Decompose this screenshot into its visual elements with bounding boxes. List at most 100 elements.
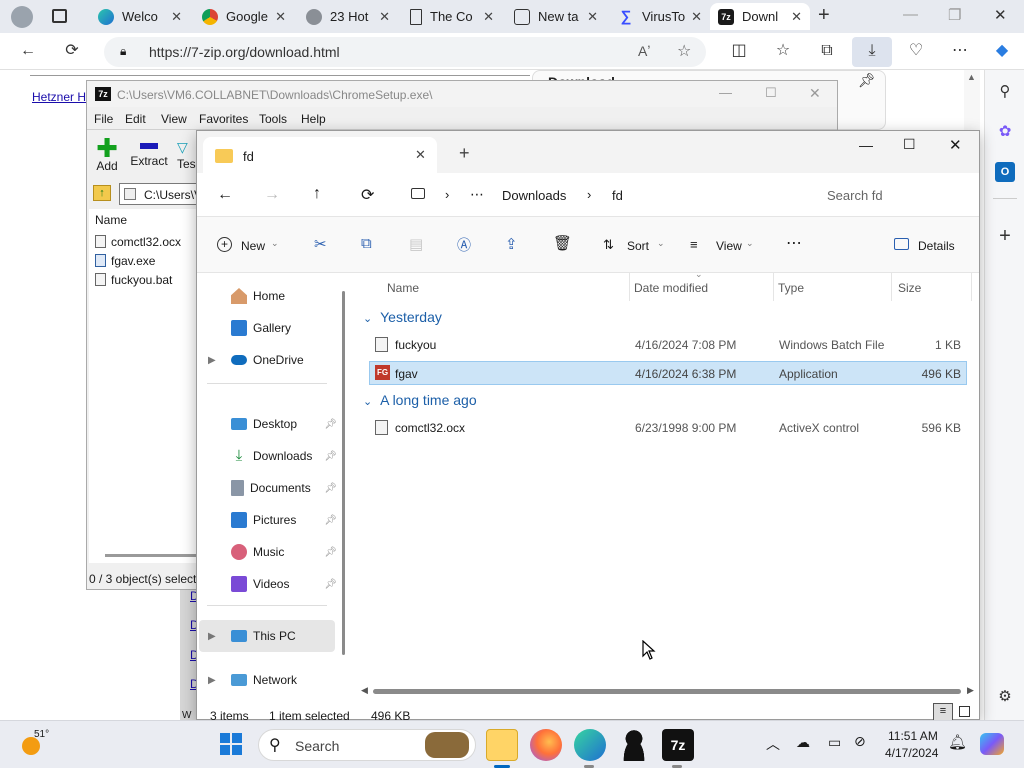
user-app[interactable] (618, 729, 650, 761)
delete-icon[interactable]: 🗑︎ (553, 234, 572, 252)
nav-item-music[interactable]: Music 📌︎ (197, 539, 347, 565)
pin-icon[interactable]: 📌︎ (324, 579, 337, 590)
7zip-app[interactable]: 7z (662, 729, 694, 761)
more-menu-icon[interactable]: ⋯ (950, 41, 970, 61)
tab-actions-icon[interactable] (52, 9, 67, 23)
horizontal-scrollbar[interactable] (105, 554, 197, 557)
nav-item-network[interactable]: ▶ Network (197, 667, 347, 693)
nav-item-pictures[interactable]: Pictures 📌︎ (197, 507, 347, 533)
column-header-size[interactable]: Size (898, 281, 921, 295)
tab-23hot[interactable]: 23 Hot ✕ (298, 3, 398, 30)
menu-edit[interactable]: Edit (125, 112, 146, 126)
nav-item-documents[interactable]: Documents 📌︎ (197, 475, 347, 501)
minimize-icon[interactable]: — (903, 6, 918, 23)
search-icon[interactable]: ⚲ (995, 82, 1015, 102)
table-row[interactable]: fuckyou 4/16/2024 7:08 PM Windows Batch … (369, 333, 967, 357)
pin-icon[interactable]: 📌︎ (324, 451, 337, 462)
file-explorer-app[interactable] (486, 729, 518, 761)
network-tray-icon[interactable]: ⊘ (854, 733, 866, 750)
forward-arrow-icon[interactable]: → (264, 186, 280, 204)
path-field[interactable]: C:\Users\V (119, 183, 199, 205)
breadcrumb-fd[interactable]: fd (612, 188, 623, 203)
nav-item-videos[interactable]: Videos 📌︎ (197, 571, 347, 597)
sort-button[interactable]: ⇅ Sort ⌄ (603, 237, 665, 257)
tab-virustotal[interactable]: ∑ VirusTo ✕ (610, 3, 710, 30)
maximize-icon[interactable]: ☐ (903, 136, 916, 153)
new-tab-icon[interactable]: + (459, 143, 470, 164)
add-icon[interactable]: + (995, 226, 1015, 246)
edge-app[interactable] (574, 729, 606, 761)
copilot-taskbar-icon[interactable] (980, 733, 1004, 755)
paste-icon[interactable]: ▤ (409, 235, 423, 253)
pin-icon[interactable]: 📌︎ (858, 72, 876, 89)
table-row[interactable]: comctl32.ocx 6/23/1998 9:00 PM ActiveX c… (369, 416, 967, 440)
nav-scrollbar[interactable] (342, 291, 345, 655)
close-icon[interactable]: ✕ (379, 9, 390, 25)
hetzner-link[interactable]: Hetzner H (32, 90, 86, 104)
details-view-icon[interactable]: ≡ (933, 703, 953, 721)
copy-icon[interactable]: ⧉ (361, 235, 372, 252)
tab-new-tab[interactable]: New ta ✕ (506, 3, 606, 30)
nav-item-desktop[interactable]: Desktop 📌︎ (197, 411, 347, 437)
download-icon[interactable]: ⤓ (862, 41, 882, 61)
close-window-icon[interactable]: ✕ (949, 136, 962, 154)
menu-favorites[interactable]: Favorites (199, 112, 248, 126)
tiles-view-icon[interactable] (959, 706, 970, 717)
column-header-name[interactable]: Name (95, 213, 127, 227)
nav-item-downloads[interactable]: ⤓ Downloads 📌︎ (197, 443, 347, 469)
maximize-icon[interactable]: ☐ (765, 85, 777, 101)
extract-button[interactable]: Extract (129, 137, 169, 168)
refresh-icon[interactable]: ⟳ (361, 185, 374, 205)
lock-icon[interactable]: 🔒︎ (120, 44, 126, 59)
column-header-date[interactable]: Date modified (634, 281, 708, 295)
minimize-icon[interactable]: — (719, 85, 732, 100)
close-icon[interactable]: ✕ (483, 9, 494, 25)
explorer-tab[interactable]: fd ✕ (203, 137, 437, 173)
restore-icon[interactable]: ❐ (948, 6, 961, 24)
nav-item-home[interactable]: Home (197, 283, 347, 309)
close-icon[interactable]: ✕ (809, 85, 821, 102)
overflow-dots-icon[interactable]: ⋯ (470, 186, 484, 203)
tab-google[interactable]: Google ✕ (194, 3, 294, 30)
notification-bell-icon[interactable]: 🔔︎ (948, 733, 967, 751)
pin-icon[interactable]: 📌︎ (324, 483, 337, 494)
scroll-right-icon[interactable]: ▶ (967, 685, 974, 696)
menu-view[interactable]: View (161, 112, 187, 126)
close-icon[interactable]: ✕ (791, 9, 802, 25)
settings-gear-icon[interactable]: ⚙ (995, 687, 1015, 707)
tab-download[interactable]: 7z Downl ✕ (710, 3, 810, 30)
scroll-left-icon[interactable]: ◀ (361, 685, 368, 696)
close-icon[interactable]: ✕ (587, 9, 598, 25)
search-input[interactable]: Search fd (809, 179, 975, 211)
chevron-right-icon[interactable]: ▶ (208, 631, 216, 642)
back-arrow-icon[interactable]: ← (18, 41, 38, 61)
favorites-icon[interactable]: ☆ (773, 41, 793, 61)
refresh-icon[interactable]: ⟳ (62, 41, 82, 61)
add-button[interactable]: ✚ Add (93, 135, 121, 173)
details-button[interactable]: Details (894, 237, 964, 257)
rename-icon[interactable]: Ⓐ (457, 235, 471, 255)
column-header-name[interactable]: Name (387, 281, 419, 295)
up-folder-icon[interactable]: ↑ (93, 185, 111, 201)
menu-file[interactable]: File (94, 112, 113, 126)
table-row-selected[interactable]: FG fgav 4/16/2024 6:38 PM Application 49… (369, 361, 967, 385)
chevron-right-icon[interactable]: ▶ (208, 355, 216, 366)
clock-time[interactable]: 11:51 AM (888, 729, 938, 743)
list-item[interactable]: fgav.exe (95, 252, 195, 270)
cut-icon[interactable]: ✂ (314, 235, 327, 253)
close-icon[interactable]: ✕ (171, 9, 182, 25)
close-window-icon[interactable]: ✕ (994, 6, 1007, 24)
close-tab-icon[interactable]: ✕ (415, 147, 426, 163)
menu-tools[interactable]: Tools (259, 112, 287, 126)
copilot-app-icon[interactable]: ✿ (995, 122, 1015, 142)
close-icon[interactable]: ✕ (275, 9, 286, 25)
weather-widget[interactable]: 51° (16, 729, 66, 761)
firefox-app[interactable] (530, 729, 562, 761)
outlook-icon[interactable]: O (995, 162, 1015, 182)
profile-avatar-icon[interactable] (11, 6, 33, 28)
start-button[interactable] (220, 733, 242, 755)
share-icon[interactable]: ⇪ (505, 235, 518, 253)
favorite-star-icon[interactable]: ☆ (677, 41, 691, 61)
new-tab-button[interactable]: + (818, 4, 830, 27)
back-arrow-icon[interactable]: ← (217, 186, 233, 204)
